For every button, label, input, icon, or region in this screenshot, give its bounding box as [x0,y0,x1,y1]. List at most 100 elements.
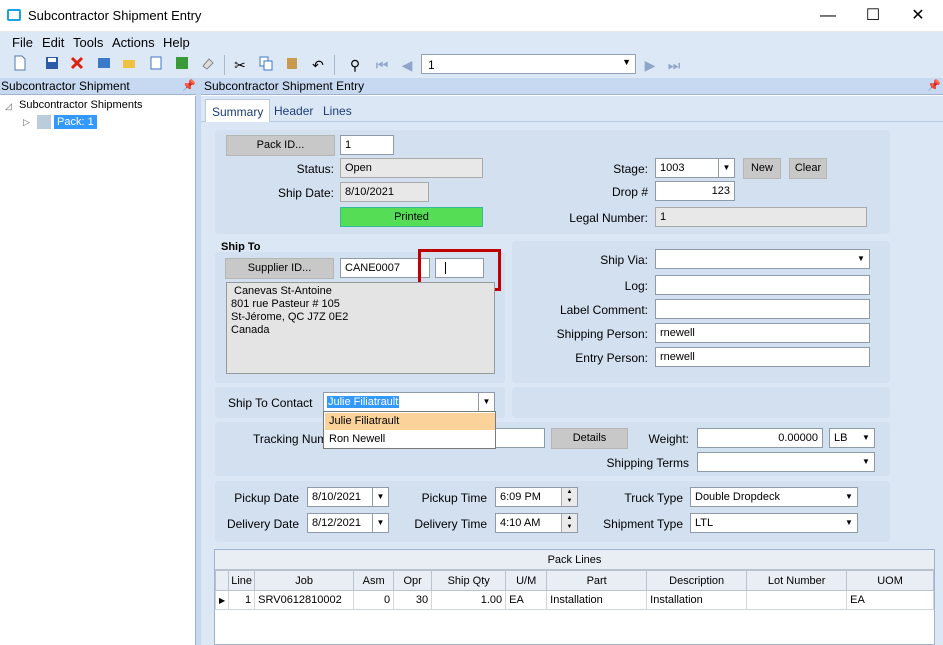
eraser-icon[interactable] [198,55,218,75]
label-comment-field[interactable] [655,299,870,319]
tree-expand-icon[interactable]: ▷ [23,117,30,128]
delivery-time-field[interactable]: 4:10 AM ▲ ▼ [495,513,578,533]
shipment-type-select[interactable]: LTL ▼ [690,513,858,533]
contact-option[interactable]: Ron Newell [325,431,495,448]
toolbar-separator [334,55,335,75]
stage-select[interactable]: 1003 ▼ [655,158,735,178]
column-header[interactable]: Asm [353,570,395,591]
clear-button[interactable]: Clear [789,158,827,179]
log-field[interactable] [655,275,870,295]
next-record-icon[interactable]: ▶ [640,55,660,75]
menu-tools[interactable]: Tools [73,35,103,50]
minimize-button[interactable]: — [814,5,842,27]
new-document-icon[interactable] [10,55,30,75]
contact-option[interactable]: Julie Filiatrault [325,413,495,430]
previous-record-icon[interactable]: ◀ [397,55,417,75]
tab-header[interactable]: Header [268,99,319,122]
cell-um[interactable]: EA [505,590,548,610]
book-icon[interactable] [94,55,114,75]
log-label: Log: [624,279,648,293]
shipping-person-field[interactable]: rnewell [655,323,870,343]
column-header[interactable]: UOM [846,570,934,591]
supplier-id-field[interactable]: CANE0007 [340,258,430,278]
binoculars-icon[interactable]: ⚲ [345,55,365,75]
chevron-down-icon: ▼ [841,488,857,506]
pin-icon[interactable]: 📌 [927,79,941,92]
undo-icon[interactable]: ↶ [308,55,328,75]
column-header[interactable]: Line [228,570,256,591]
menu-file[interactable]: File [12,35,33,50]
tree-item-pack[interactable]: Pack: 1 [54,115,97,129]
pickup-date-field[interactable]: 8/10/2021 ▼ [307,487,389,507]
cell-opr[interactable]: 30 [393,590,433,610]
cell-lot-number[interactable] [746,590,848,610]
save-icon[interactable] [42,55,62,75]
column-header[interactable]: U/M [505,570,548,591]
delivery-date-field[interactable]: 8/12/2021 ▼ [307,513,389,533]
ship-date-field: 8/10/2021 [340,182,429,202]
ship-to-contact-label: Ship To Contact [228,396,313,410]
folder-icon[interactable] [119,55,139,75]
record-navigator-select[interactable]: 1 ▼ [421,54,636,74]
spinner-icon[interactable]: ▲ ▼ [561,488,577,506]
delete-icon[interactable] [67,55,87,75]
entry-person-field[interactable]: rnewell [655,347,870,367]
cell-line[interactable]: 1 [228,590,256,610]
attach-icon[interactable] [146,55,166,75]
cell-description[interactable]: Installation [646,590,748,610]
cell-job[interactable]: SRV0612810002 [254,590,355,610]
refresh-icon[interactable] [172,55,192,75]
pack-icon [37,115,51,129]
tracking-number-label: Tracking Num [253,432,328,446]
weight-uom-select[interactable]: LB ▼ [829,428,875,448]
cell-part[interactable]: Installation [546,590,648,610]
menu-actions[interactable]: Actions [112,35,155,50]
ship-to-contact-select[interactable]: Julie Filiatrault ▼ [323,392,495,412]
column-header[interactable]: Part [546,570,648,591]
tab-summary[interactable]: Summary [205,99,271,122]
column-header[interactable]: Opr [393,570,433,591]
column-header[interactable]: Job [254,570,355,591]
shipping-terms-select[interactable]: ▼ [697,452,875,472]
pin-icon[interactable]: 📌 [182,79,196,92]
chevron-down-icon: ▼ [622,57,631,67]
first-record-icon[interactable]: ⏮ [372,55,392,75]
tracking-number-field[interactable] [490,428,545,448]
new-button[interactable]: New [743,158,781,179]
cell-uom[interactable]: EA [846,590,934,610]
pack-id-button[interactable]: Pack ID... [226,135,335,156]
table-row[interactable]: ▶ 1 SRV0612810002 0 30 1.00 EA Installat… [214,590,934,610]
menu-help[interactable]: Help [163,35,190,50]
truck-type-select[interactable]: Double Dropdeck ▼ [690,487,858,507]
menu-edit[interactable]: Edit [42,35,64,50]
spinner-icon[interactable]: ▲ ▼ [561,514,577,532]
column-header[interactable]: Lot Number [746,570,848,591]
pack-id-field[interactable]: 1 [340,135,394,155]
delivery-date-label: Delivery Date [226,517,299,531]
last-record-icon[interactable]: ⏭ [664,55,684,75]
status-field: Open [340,158,483,178]
paste-icon[interactable] [282,55,302,75]
cell-asm[interactable]: 0 [353,590,395,610]
tree-root-label[interactable]: Subcontractor Shipments [19,99,143,111]
chevron-down-icon: ▼ [718,159,734,177]
maximize-button[interactable]: ☐ [859,5,887,27]
pickup-time-field[interactable]: 6:09 PM ▲ ▼ [495,487,578,507]
cell-ship-qty[interactable]: 1.00 [431,590,507,610]
column-header[interactable]: Ship Qty [431,570,507,591]
copy-icon[interactable] [256,55,276,75]
column-header[interactable]: Description [646,570,748,591]
cut-icon[interactable]: ✂ [230,55,250,75]
weight-field[interactable]: 0.00000 [697,428,823,448]
drop-field[interactable]: 123 [655,181,735,201]
tab-lines[interactable]: Lines [317,99,358,122]
app-icon [7,9,21,21]
close-button[interactable]: ✕ [904,5,932,27]
ship-via-select[interactable]: ▼ [655,249,870,269]
tree-collapse-icon[interactable]: ◿ [5,101,12,112]
row-pointer-icon: ▶ [214,590,230,610]
label-comment-label: Label Comment: [559,303,648,317]
details-button[interactable]: Details [551,428,628,449]
supplier-id-button[interactable]: Supplier ID... [225,258,334,279]
shipping-terms-label: Shipping Terms [606,456,690,470]
